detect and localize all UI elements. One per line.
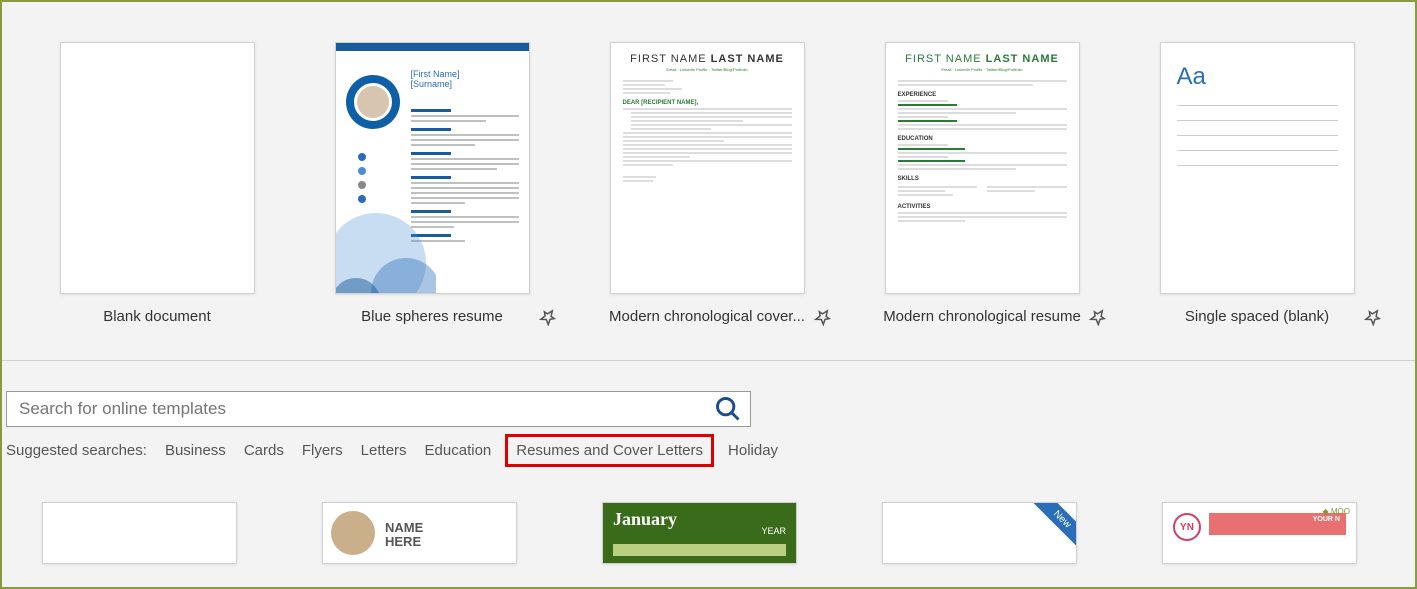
suggested-link-resumes[interactable]: Resumes and Cover Letters <box>505 434 714 467</box>
suggested-link-business[interactable]: Business <box>165 442 226 459</box>
pin-icon[interactable] <box>539 308 557 326</box>
suggested-searches: Suggested searches: Business Cards Flyer… <box>6 439 1411 462</box>
initials-circle: YN <box>1173 513 1201 541</box>
pin-icon[interactable] <box>1364 308 1382 326</box>
bottom-template-3[interactable]: January YEAR <box>602 502 797 564</box>
thumb-first-name: [First Name] <box>411 69 460 79</box>
template-title: Single spaced (blank) <box>1185 308 1329 325</box>
thumb-section: SKILLS <box>898 176 1067 182</box>
thumb-section: ACTIVITIES <box>898 204 1067 210</box>
template-thumb-blank[interactable] <box>60 42 255 294</box>
search-box <box>6 391 751 427</box>
template-card-cover-letter: FIRST NAME LAST NAME Email · LinkedIn Pr… <box>592 42 822 325</box>
bottom-template-4[interactable]: New <box>882 502 1077 564</box>
template-title: Modern chronological cover... <box>609 308 805 325</box>
search-input[interactable] <box>19 399 714 419</box>
template-title: Modern chronological resume <box>883 308 1081 325</box>
aa-icon: Aa <box>1177 63 1338 91</box>
template-thumb-single-spaced[interactable]: Aa <box>1160 42 1355 294</box>
template-thumb-blue-spheres[interactable]: [First Name][Surname] <box>335 42 530 294</box>
template-thumb-cover-letter[interactable]: FIRST NAME LAST NAME Email · LinkedIn Pr… <box>610 42 805 294</box>
suggested-link-education[interactable]: Education <box>425 442 492 459</box>
template-card-chrono-resume: FIRST NAME LAST NAME Email · LinkedIn Pr… <box>867 42 1097 325</box>
thumb-greeting: DEAR [RECIPIENT NAME], <box>623 100 792 106</box>
thumb-fname: FIRST NAME <box>630 53 706 65</box>
suggested-link-holiday[interactable]: Holiday <box>728 442 778 459</box>
template-card-blue-spheres: [First Name][Surname] Blue spheres resum… <box>317 42 547 325</box>
search-section: Suggested searches: Business Cards Flyer… <box>2 361 1415 472</box>
template-card-single-spaced: Aa Single spaced (blank) <box>1142 42 1372 325</box>
thumb-last-name: [Surname] <box>411 79 453 89</box>
thumb-lname: LAST NAME <box>986 53 1059 65</box>
avatar-icon <box>331 511 375 555</box>
pin-icon[interactable] <box>1089 308 1107 326</box>
thumb-lname: LAST NAME <box>711 53 784 65</box>
template-gallery-row: Blank document [First Name][Surname] Blu… <box>2 2 1415 345</box>
bottom-template-1[interactable] <box>42 502 237 564</box>
bottom-template-5[interactable]: ◆ MOO YN YOUR N <box>1162 502 1357 564</box>
template-thumb-chrono-resume[interactable]: FIRST NAME LAST NAME Email · LinkedIn Pr… <box>885 42 1080 294</box>
template-title: Blue spheres resume <box>361 308 503 325</box>
name-bar: YOUR N <box>1209 513 1346 535</box>
search-icon[interactable] <box>714 395 742 423</box>
bottom-name: NAMEHERE <box>385 521 423 555</box>
new-ribbon: New <box>1033 502 1077 548</box>
template-card-blank: Blank document <box>42 42 272 325</box>
avatar-icon <box>354 83 392 121</box>
bottom-template-2[interactable]: NAMEHERE <box>322 502 517 564</box>
pin-icon[interactable] <box>814 308 832 326</box>
thumb-fname: FIRST NAME <box>905 53 981 65</box>
template-title: Blank document <box>103 308 211 325</box>
thumb-section: EDUCATION <box>898 136 1067 142</box>
suggested-label: Suggested searches: <box>6 442 147 459</box>
moo-logo: ◆ MOO <box>1323 507 1350 516</box>
thumb-section: EXPERIENCE <box>898 92 1067 98</box>
suggested-link-letters[interactable]: Letters <box>361 442 407 459</box>
suggested-link-flyers[interactable]: Flyers <box>302 442 343 459</box>
bottom-template-row: NAMEHERE January YEAR New ◆ MOO YN YOUR … <box>2 472 1415 564</box>
suggested-link-cards[interactable]: Cards <box>244 442 284 459</box>
